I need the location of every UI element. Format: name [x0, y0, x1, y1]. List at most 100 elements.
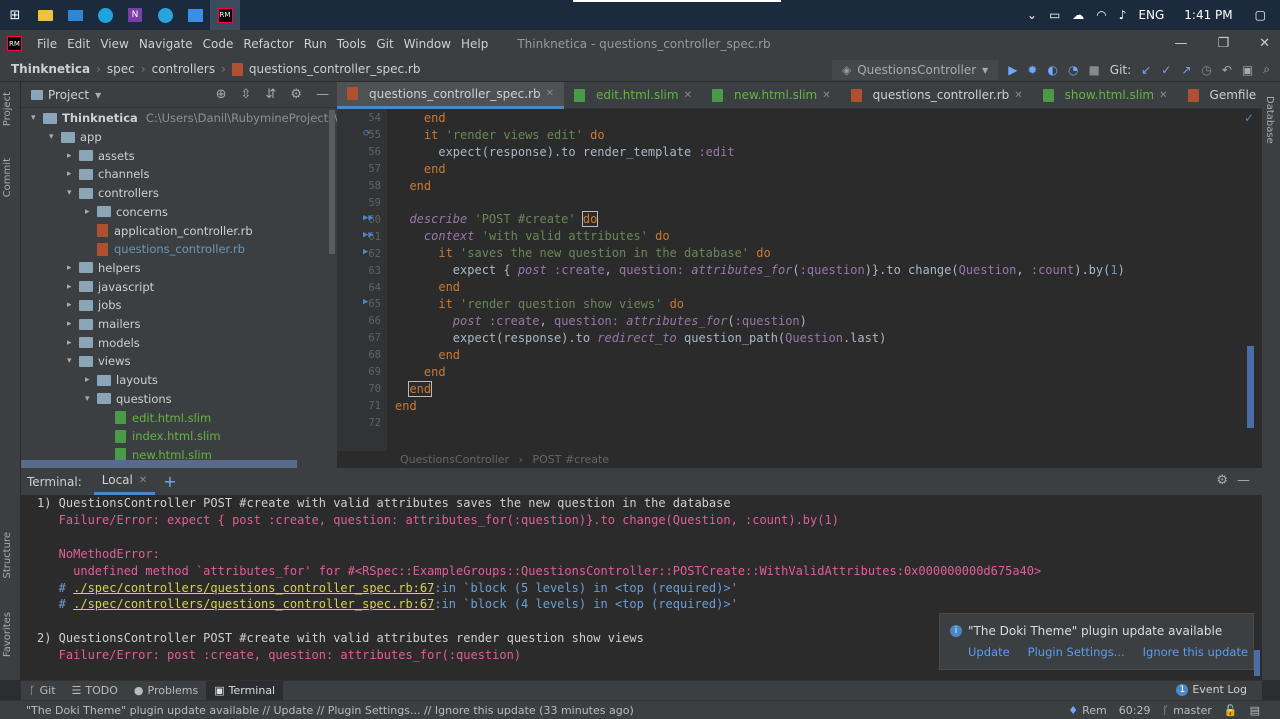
chevron-down-icon[interactable]: ▾	[67, 188, 79, 198]
search-icon[interactable]: ⌕	[1263, 62, 1270, 77]
trace-file-link[interactable]: ./spec/controllers/questions_controller_…	[73, 581, 434, 595]
maximize-icon[interactable]: ❐	[1217, 36, 1229, 51]
tree-item[interactable]: ▸ layouts	[85, 371, 158, 389]
close-icon[interactable]: ✕	[1259, 36, 1270, 51]
tree-item[interactable]: ▸ assets	[67, 147, 135, 165]
tree-h-scrollbar[interactable]	[21, 460, 297, 468]
tree-item[interactable]: ▸ models	[67, 334, 140, 352]
terminal-tab-local[interactable]: Local ✕	[93, 468, 156, 495]
code-editor[interactable]: 54 55 56 57 58 59 60 61 62 63 64 65 66 67 68 69 70 71 72 ⟳…	[337, 109, 1262, 451]
editor-gutter[interactable]: 54 55 56 57 58 59 60 61 62 63 64 65 66 67 68 69 70 71 72	[337, 109, 387, 451]
menu-file[interactable]: File	[32, 37, 62, 51]
collapse-all-icon[interactable]: ⇵	[265, 87, 276, 102]
project-panel-title[interactable]: Project	[48, 88, 89, 102]
tree-item[interactable]: ▸ javascript	[67, 278, 154, 296]
tree-item[interactable]: ▸ helpers	[67, 259, 141, 277]
menu-edit[interactable]: Edit	[62, 37, 95, 51]
close-tab-icon[interactable]: ✕	[822, 90, 830, 101]
menu-window[interactable]: Window	[399, 37, 456, 51]
terminal-scrollbar[interactable]	[1254, 650, 1260, 676]
chevron-right-icon[interactable]: ▸	[85, 375, 97, 385]
menu-help[interactable]: Help	[456, 37, 493, 51]
memory-indicator-icon[interactable]: ▤	[1250, 704, 1260, 717]
run-test-icon[interactable]: ⟳	[363, 129, 371, 139]
chevron-down-icon[interactable]: ▾	[95, 88, 101, 102]
tab-questions-controller-spec[interactable]: questions_controller_spec.rb ✕	[337, 81, 564, 109]
cloud-icon[interactable]: ☁	[1072, 8, 1084, 22]
tree-item[interactable]: ▸ mailers	[67, 315, 140, 333]
menu-refactor[interactable]: Refactor	[238, 37, 298, 51]
gear-icon[interactable]: ⚙	[290, 87, 302, 102]
close-tab-icon[interactable]: ✕	[1159, 90, 1167, 101]
tool-tab-todo[interactable]: ☰ TODO	[64, 681, 126, 701]
language-indicator[interactable]: ENG	[1138, 8, 1164, 22]
file-explorer-icon[interactable]	[30, 0, 60, 30]
menu-code[interactable]: Code	[198, 37, 239, 51]
layout-icon[interactable]: ▣	[1242, 63, 1253, 77]
tree-item[interactable]: ▾ views	[67, 352, 130, 370]
edge-icon[interactable]	[90, 0, 120, 30]
status-message[interactable]: "The Doki Theme" plugin update available…	[26, 704, 634, 717]
onenote-icon[interactable]: N	[120, 0, 150, 30]
expand-all-icon[interactable]: ⇳	[241, 87, 252, 102]
stop-icon[interactable]: ■	[1088, 63, 1099, 77]
tool-tab-terminal[interactable]: ▣ Terminal	[206, 680, 284, 701]
editor-scroll-thumb[interactable]	[1247, 346, 1254, 428]
tree-item[interactable]: questions_controller.rb	[85, 240, 245, 258]
locate-icon[interactable]: ⊕	[216, 87, 227, 102]
plugin-settings-link[interactable]: Plugin Settings...	[1028, 645, 1125, 659]
battery-icon[interactable]: ▭	[1049, 8, 1060, 22]
menu-navigate[interactable]: Navigate	[134, 37, 198, 51]
minimize-icon[interactable]: —	[1174, 36, 1187, 51]
tree-item[interactable]: ▸ concerns	[85, 203, 168, 221]
database-tool-tab[interactable]: Database	[1264, 96, 1275, 144]
breadcrumb-block[interactable]: POST #create	[532, 453, 609, 466]
tab-edit-html-slim[interactable]: edit.html.slim ✕	[564, 82, 702, 109]
inspection-ok-icon[interactable]: ✓	[1244, 111, 1254, 125]
hide-icon[interactable]: —	[1237, 473, 1250, 488]
tool-tab-problems[interactable]: ● Problems	[126, 681, 206, 701]
tree-scrollbar[interactable]	[329, 110, 335, 254]
chevron-down-icon[interactable]: ▾	[85, 394, 97, 404]
tree-item[interactable]: edit.html.slim	[103, 409, 211, 427]
commit-tool-tab[interactable]: Commit	[2, 158, 13, 197]
add-terminal-icon[interactable]: +	[163, 472, 176, 491]
git-branch[interactable]: ᚴ master	[1162, 704, 1211, 717]
tree-item[interactable]: index.html.slim	[103, 427, 221, 445]
breadcrumb-file[interactable]: questions_controller_spec.rb	[249, 62, 421, 76]
profile-icon[interactable]: ◔	[1068, 63, 1078, 77]
tree-item[interactable]: ▾ questions	[85, 390, 172, 408]
menu-run[interactable]: Run	[299, 37, 332, 51]
tree-item[interactable]: ▸ jobs	[67, 296, 122, 314]
breadcrumb-controllers[interactable]: controllers	[152, 62, 216, 76]
ignore-update-link[interactable]: Ignore this update	[1143, 645, 1248, 659]
git-push-icon[interactable]: ↗	[1181, 63, 1191, 77]
notification-icon[interactable]: ▢	[1255, 8, 1266, 22]
start-icon[interactable]: ⊞	[0, 0, 30, 30]
debug-icon[interactable]: ✹	[1027, 63, 1037, 77]
caret-position[interactable]: 60:29	[1119, 704, 1151, 717]
chevron-right-icon[interactable]: ▸	[67, 300, 79, 310]
chevron-right-icon[interactable]: ▸	[67, 319, 79, 329]
volume-icon[interactable]: ♪	[1119, 8, 1127, 22]
remote-status[interactable]: ♦ Rem	[1068, 704, 1107, 717]
trace-file-link[interactable]: ./spec/controllers/questions_controller_…	[73, 597, 434, 611]
structure-tool-tab[interactable]: Structure	[2, 532, 13, 579]
run-test-icon[interactable]: ▶▶	[363, 213, 374, 223]
clock[interactable]: 1:41 PM	[1184, 8, 1232, 22]
menu-tools[interactable]: Tools	[332, 37, 372, 51]
tree-item[interactable]: application_controller.rb	[85, 222, 253, 240]
mail-icon[interactable]	[60, 0, 90, 30]
tab-new-html-slim[interactable]: new.html.slim ✕	[702, 82, 841, 109]
git-commit-icon[interactable]: ✓	[1161, 63, 1171, 77]
event-log-button[interactable]: 1 Event Log	[1176, 683, 1247, 696]
close-tab-icon[interactable]: ✕	[139, 475, 147, 486]
chevron-right-icon[interactable]: ▸	[67, 282, 79, 292]
tool-tab-git[interactable]: ᚴ Git	[21, 681, 64, 701]
project-tool-tab[interactable]: Project	[2, 92, 13, 126]
chevron-down-icon[interactable]: ▾	[67, 356, 79, 366]
history-icon[interactable]: ◷	[1201, 63, 1211, 77]
wifi-icon[interactable]: ◠	[1096, 8, 1106, 22]
chevron-right-icon[interactable]: ▸	[85, 207, 97, 217]
editor-scrollbar[interactable]	[1245, 109, 1254, 451]
